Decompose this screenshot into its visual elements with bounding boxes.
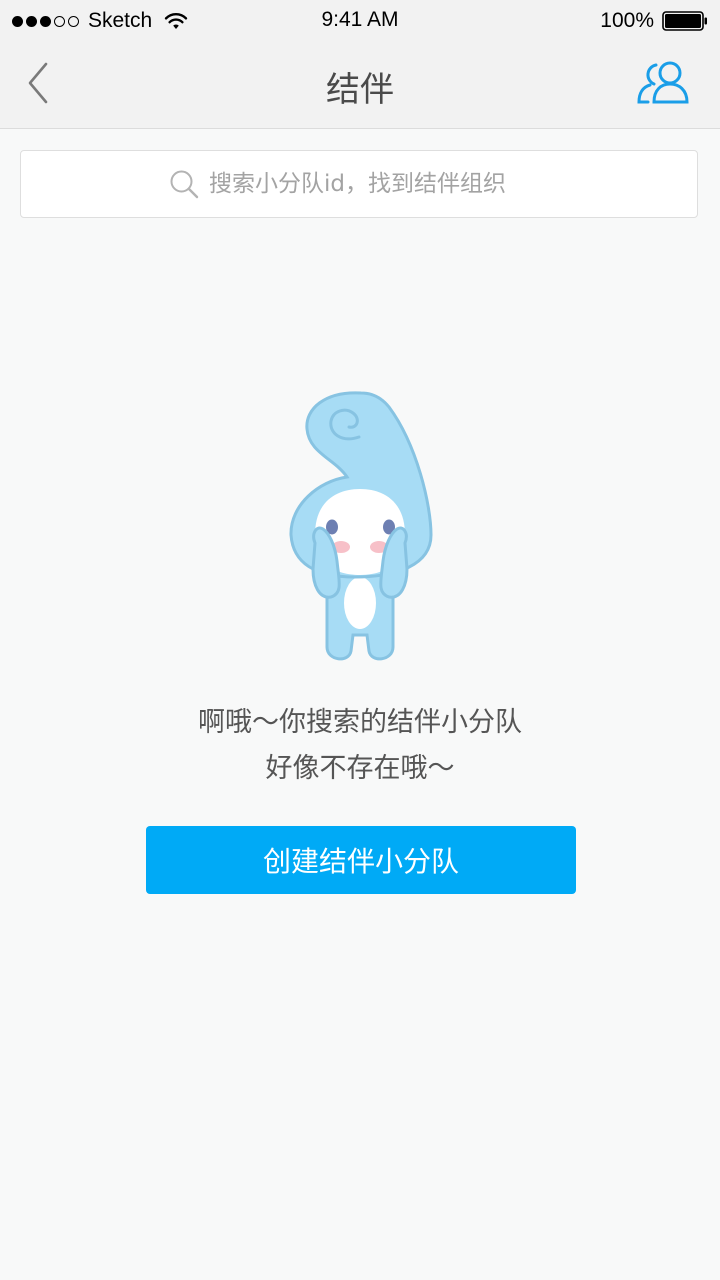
status-right: 100% bbox=[600, 8, 708, 34]
shy-mascot-illustration bbox=[289, 391, 433, 661]
empty-state-line-2: 好像不存在哦～ bbox=[265, 753, 455, 784]
page-title: 结伴 bbox=[326, 70, 394, 110]
status-bar: Sketch 9:41 AM 100% bbox=[0, 0, 720, 40]
search-icon bbox=[170, 170, 199, 199]
empty-state-line-1: 啊哦～你搜索的结伴小分队 bbox=[198, 707, 522, 738]
empty-state-message: 啊哦～你搜索的结伴小分队 好像不存在哦～ bbox=[0, 700, 720, 792]
group-users-button[interactable] bbox=[634, 58, 694, 106]
search-box[interactable] bbox=[20, 150, 698, 218]
battery-icon bbox=[662, 11, 707, 31]
battery-percentage: 100% bbox=[600, 9, 654, 32]
search-input[interactable] bbox=[209, 171, 549, 197]
group-users-icon bbox=[637, 61, 689, 104]
create-team-button-label: 创建结伴小分队 bbox=[262, 845, 459, 878]
navigation-bar: 结伴 bbox=[0, 40, 720, 129]
create-team-button[interactable]: 创建结伴小分队 bbox=[146, 826, 576, 894]
